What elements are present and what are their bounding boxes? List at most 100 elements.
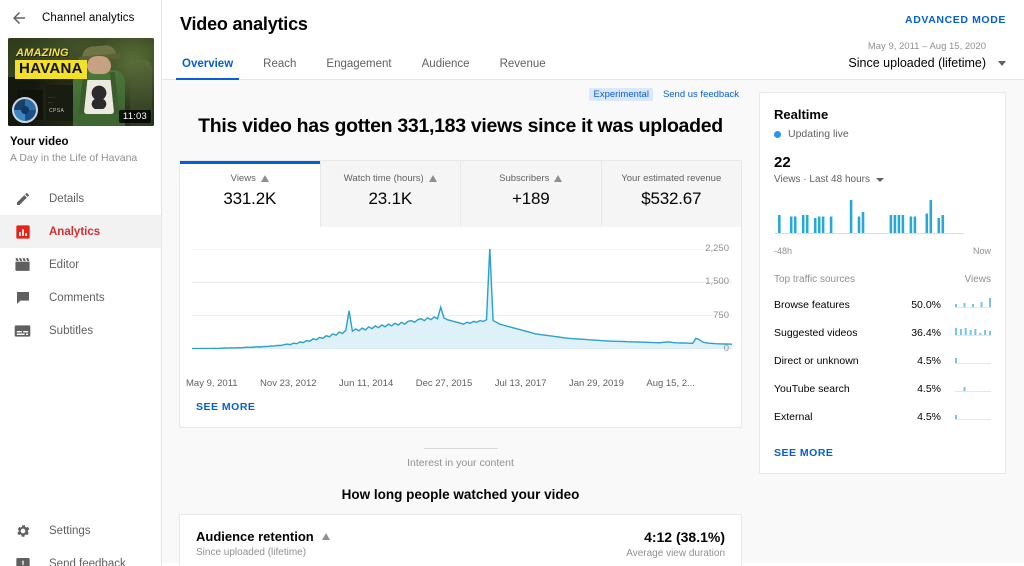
realtime-bar	[805, 215, 809, 233]
metric-label: Watch time (hours)	[343, 173, 424, 184]
page-title: Video analytics	[180, 14, 308, 34]
back-arrow-icon[interactable]	[10, 9, 28, 27]
tab-overview[interactable]: Overview	[175, 52, 240, 80]
metric-tab-views[interactable]: Views 331.2K	[180, 161, 321, 227]
your-video-label: Your video	[10, 136, 69, 148]
experimental-badge: Experimental	[589, 88, 653, 101]
traffic-source-name: Browse features	[774, 299, 850, 311]
sidebar-item-send-feedback[interactable]: Send feedback	[0, 547, 162, 566]
metric-tab-estimated-revenue[interactable]: Your estimated revenue $532.67	[601, 161, 741, 227]
sidebar-item-details[interactable]: Details	[0, 182, 161, 215]
topbar: Video analytics ADVANCED MODE May 9, 201…	[162, 0, 1024, 70]
metric-value: 23.1K	[368, 189, 413, 208]
sidebar-item-label: Comments	[49, 291, 105, 304]
realtime-bar	[817, 216, 821, 233]
traffic-source-sparkline	[955, 352, 991, 370]
thumbnail-overlay-line2: HAVANA	[15, 60, 87, 80]
overview-see-more-button[interactable]: SEE MORE	[180, 389, 741, 427]
realtime-bar	[857, 216, 861, 233]
info-triangle-icon	[554, 175, 563, 182]
channel-analytics-title: Channel analytics	[42, 12, 135, 24]
retention-subtitle: Since uploaded (lifetime)	[196, 547, 307, 558]
metric-value: $532.67	[641, 189, 702, 208]
realtime-bar	[889, 215, 893, 233]
realtime-bar	[821, 216, 825, 233]
metric-label-wrap: Your estimated revenue	[606, 173, 738, 184]
pencil-icon	[14, 190, 31, 207]
traffic-source-row[interactable]: Suggested videos 36.4%	[774, 319, 991, 347]
clapperboard-icon	[14, 256, 31, 273]
overview-card: Views 331.2K Watch time (hours) 23.1K Su…	[179, 160, 742, 428]
sidebar-nav: Details Analytics Editor Comments Subtit…	[0, 182, 161, 347]
chart-x-tick: Jun 11, 2014	[339, 378, 394, 389]
traffic-source-sparkline	[955, 408, 991, 426]
chart-y-axis: 0 750 1,500 2,250	[687, 243, 729, 374]
advanced-mode-button[interactable]: ADVANCED MODE	[848, 14, 1006, 26]
metric-label-wrap: Views	[184, 173, 316, 184]
traffic-source-row[interactable]: External 4.5%	[774, 403, 991, 431]
realtime-bar	[801, 215, 805, 233]
gear-icon	[14, 522, 31, 539]
retention-title-block: Audience retention Since uploaded (lifet…	[196, 529, 330, 558]
chevron-down-icon[interactable]	[875, 177, 884, 182]
video-title: A Day in the Life of Havana	[10, 152, 138, 164]
traffic-source-row[interactable]: YouTube search 4.5%	[774, 375, 991, 403]
retention-section-title: How long people watched your video	[341, 487, 580, 502]
chart-x-axis: May 9, 2011 Nov 23, 2012 Jun 11, 2014 Dec 2…	[180, 374, 741, 389]
audience-retention-card[interactable]: Audience retention Since uploaded (lifet…	[179, 514, 742, 566]
realtime-axis-end: Now	[972, 246, 991, 256]
chart-x-tick: Jan 29, 2019	[568, 378, 624, 389]
traffic-source-name: Direct or unknown	[774, 355, 859, 367]
chart-x-tick: Aug 15, 2...	[646, 378, 695, 389]
sidebar-item-analytics[interactable]: Analytics	[0, 215, 161, 248]
thumbnail-channel-logo-icon	[12, 97, 38, 123]
video-thumbnail[interactable]: ······ ····· CPSA AMAZING HAVANA 11:03	[8, 38, 154, 126]
send-us-feedback-link[interactable]: Send us feedback	[663, 89, 739, 100]
divider-line	[423, 448, 498, 449]
sidebar-item-settings[interactable]: Settings	[0, 514, 162, 547]
realtime-bar	[937, 218, 941, 233]
analytics-content: Experimental Send us feedback This video…	[162, 80, 1024, 566]
realtime-bar	[941, 215, 945, 233]
sidebar-item-comments[interactable]: Comments	[0, 281, 161, 314]
metric-tab-subscribers[interactable]: Subscribers +189	[461, 161, 602, 227]
realtime-bar	[913, 216, 917, 233]
traffic-sources-header-name: Top traffic sources	[774, 274, 855, 285]
traffic-source-row[interactable]: Direct or unknown 4.5%	[774, 347, 991, 375]
traffic-source-name: YouTube search	[774, 383, 850, 395]
traffic-source-sparkline	[955, 296, 991, 314]
sidebar: Channel analytics ······ ····· CPSA AMAZI…	[0, 0, 162, 566]
chart-x-tick: Dec 27, 2015	[415, 378, 473, 389]
metric-tab-watch-time[interactable]: Watch time (hours) 23.1K	[320, 161, 461, 227]
traffic-source-name: Suggested videos	[774, 327, 858, 339]
thumbnail-fine-print: ······ ·····	[48, 96, 55, 106]
realtime-bar	[925, 213, 929, 233]
subtitles-icon	[14, 322, 31, 339]
realtime-axis-start: -48h	[774, 246, 793, 256]
tab-engagement[interactable]: Engagement	[324, 52, 393, 79]
bar-chart-icon	[14, 223, 31, 240]
realtime-see-more-button[interactable]: SEE MORE	[774, 447, 991, 459]
realtime-meta-row[interactable]: Views · Last 48 hours	[774, 174, 991, 185]
metric-label: Your estimated revenue	[621, 173, 722, 184]
tab-audience[interactable]: Audience	[420, 52, 472, 79]
retention-value-caption: Average view duration	[626, 548, 725, 559]
traffic-source-row[interactable]: Browse features 50.0%	[774, 291, 991, 319]
realtime-bar	[778, 215, 781, 233]
realtime-bar	[793, 216, 797, 233]
views-chart-svg	[192, 249, 732, 349]
tab-revenue[interactable]: Revenue	[498, 52, 548, 79]
sidebar-item-subtitles[interactable]: Subtitles	[0, 314, 161, 347]
realtime-bar	[829, 216, 833, 233]
live-status-label: Updating live	[788, 128, 849, 140]
tab-reach[interactable]: Reach	[261, 52, 298, 79]
sidebar-item-label: Analytics	[49, 225, 101, 238]
info-triangle-icon	[260, 175, 269, 182]
chart-y-tick: 1,500	[705, 276, 729, 288]
retention-title: Audience retention	[196, 529, 314, 544]
realtime-chart-svg	[774, 200, 964, 234]
retention-header: Audience retention Since uploaded (lifet…	[196, 529, 725, 559]
sidebar-item-editor[interactable]: Editor	[0, 248, 161, 281]
views-time-series-chart[interactable]: 0 750 1,500 2,250	[192, 243, 732, 374]
chart-y-tick: 2,250	[705, 243, 729, 254]
